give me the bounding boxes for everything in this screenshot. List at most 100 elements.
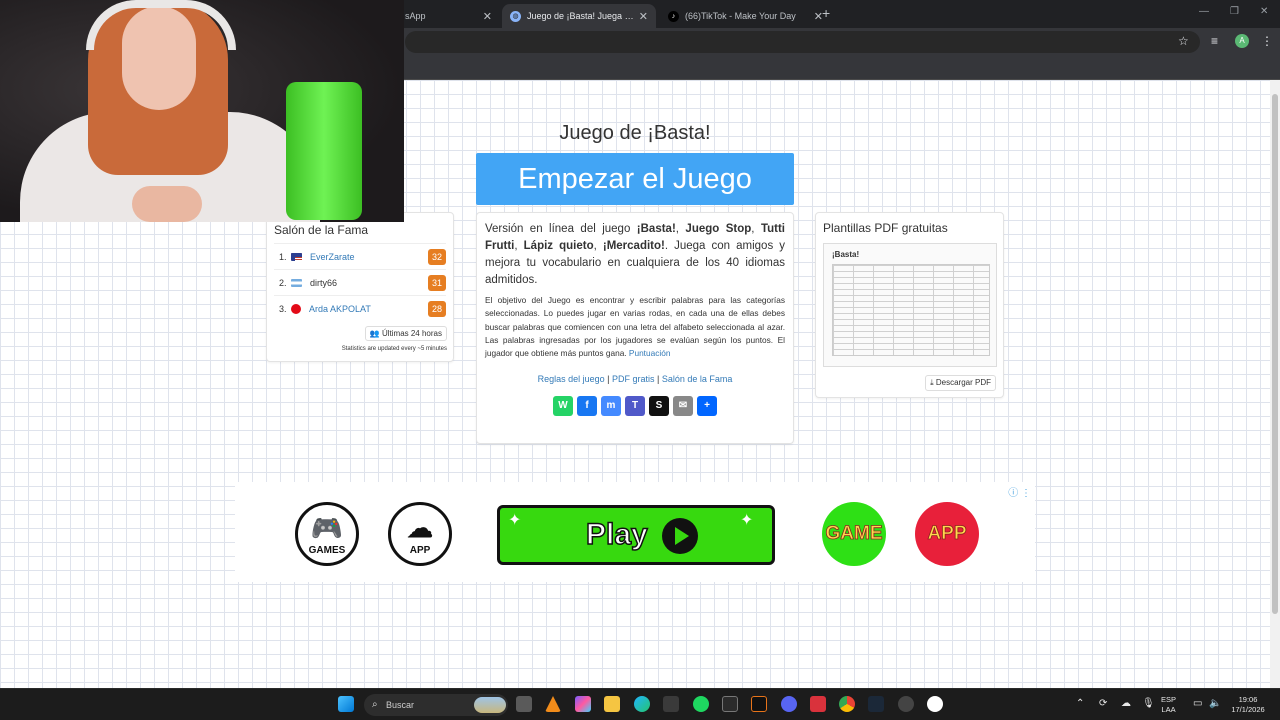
tiktok-icon: ♪ xyxy=(668,10,679,22)
tab-whatsapp[interactable]: sApp ✕ xyxy=(395,4,500,28)
app-icon[interactable] xyxy=(927,696,943,712)
download-pdf-button[interactable]: ⤓ Descargar PDF xyxy=(925,375,996,391)
headphones xyxy=(86,0,236,50)
clock-date: 17/1/2026 xyxy=(1231,705,1265,714)
snapchat-share-icon[interactable]: S xyxy=(649,396,669,417)
tab-title: sApp xyxy=(405,11,426,21)
tr-flag-icon xyxy=(291,303,301,314)
game-description-panel: Versión en línea del juego ¡Basta!, Jueg… xyxy=(476,212,794,444)
new-tab-button[interactable]: + xyxy=(822,5,830,21)
intro-text: Versión en línea del juego ¡Basta!, Jueg… xyxy=(485,223,786,286)
maximize-icon[interactable]: ❐ xyxy=(1230,6,1239,17)
taskbar-search-placeholder: Buscar xyxy=(386,700,415,710)
gamepad-icon: 🎮 xyxy=(310,513,344,543)
tab-title: (66)TikTok - Make Your Day xyxy=(685,11,796,21)
play-icon xyxy=(662,518,698,554)
advertisement[interactable]: ⓘ ⋮ 🎮 GAMES ☁ APP ✦ ✦ Play GAME APP xyxy=(235,482,1035,582)
menu-dots-icon[interactable]: ⋮ xyxy=(1261,34,1273,48)
rank: 2. xyxy=(279,277,287,288)
tab-tiktok[interactable]: ♪ (66)TikTok - Make Your Day ✕ xyxy=(660,4,835,28)
email-share-icon[interactable]: ✉ xyxy=(673,396,693,417)
whatsapp-share-icon[interactable]: W xyxy=(553,396,573,417)
rules-description: El objetivo del Juego es encontrar y esc… xyxy=(485,295,785,359)
hall-of-fame-link[interactable]: Salón de la Fama xyxy=(662,374,733,384)
player-name: dirty66 xyxy=(310,277,338,288)
reading-list-icon[interactable]: ≡ xyxy=(1211,34,1218,48)
clock-time: 19:06 xyxy=(1238,695,1258,704)
ad-app-label: APP xyxy=(409,545,431,556)
player-name-link[interactable]: EverZarate xyxy=(310,252,428,262)
green-tumbler xyxy=(286,82,362,220)
chrome-icon[interactable] xyxy=(839,696,855,712)
app-icon[interactable] xyxy=(722,696,738,712)
tab-title: Juego de ¡Basta! Juega Stop, Tu xyxy=(527,11,639,21)
microphone-icon[interactable]: 🎙 xyxy=(1142,699,1155,709)
messenger-share-icon[interactable]: m xyxy=(601,396,621,417)
player-name-link[interactable]: Arda AKPOLAT xyxy=(309,304,428,314)
pdf-link[interactable]: PDF gratis xyxy=(612,374,655,384)
search-highlight-image xyxy=(474,697,506,713)
clock[interactable]: 19:06 17/1/2026 xyxy=(1226,695,1270,715)
ad-play-label: Play xyxy=(585,517,648,552)
minimize-icon[interactable]: — xyxy=(1199,6,1209,17)
leaderboard-row: 3. Arda AKPOLAT 28 xyxy=(274,295,446,321)
sync-icon[interactable]: ⟳ xyxy=(1099,699,1107,709)
ad-games-button[interactable]: 🎮 GAMES xyxy=(295,502,359,566)
edge-icon[interactable] xyxy=(634,696,650,712)
language-indicator[interactable]: ESP LAA xyxy=(1161,695,1176,715)
hall-of-fame-title: Salón de la Fama xyxy=(274,223,369,237)
close-icon[interactable]: ✕ xyxy=(483,10,492,23)
score-badge: 28 xyxy=(428,300,446,317)
app-icon[interactable] xyxy=(751,696,767,712)
address-bar[interactable] xyxy=(405,31,1200,53)
ad-game-label: GAME xyxy=(825,523,883,545)
taskbar-search[interactable]: ⌕ Buscar xyxy=(364,694,508,716)
ad-play-button[interactable]: ✦ ✦ Play xyxy=(497,505,775,565)
share-plus-icon[interactable]: + xyxy=(697,396,717,417)
rank: 1. xyxy=(279,251,287,262)
store-icon[interactable] xyxy=(663,696,679,712)
ad-app2-label: APP xyxy=(927,523,967,545)
cloud-icon[interactable]: ☁ xyxy=(1121,699,1131,709)
steam-icon[interactable] xyxy=(868,696,884,712)
leaderboard-row: 1. EverZarate 32 xyxy=(274,243,446,269)
chevron-up-icon[interactable]: ⌃ xyxy=(1076,699,1084,709)
period-button[interactable]: 👥 Últimas 24 horas xyxy=(364,326,447,341)
discord-icon[interactable] xyxy=(781,696,797,712)
footer-links: Reglas del juego | PDF gratis | Salón de… xyxy=(537,374,733,385)
period-label: Últimas 24 horas xyxy=(381,329,442,338)
windows-start-icon[interactable] xyxy=(338,696,354,712)
facebook-share-icon[interactable]: f xyxy=(577,396,597,417)
close-icon[interactable]: ✕ xyxy=(639,10,648,23)
scrollbar-thumb[interactable] xyxy=(1272,94,1278,614)
file-explorer-icon[interactable] xyxy=(604,696,620,712)
pdf-thumbnail[interactable]: ¡Basta! xyxy=(823,243,997,367)
sparkle-icon: ✦ xyxy=(740,512,754,529)
bookmark-star-icon[interactable]: ☆ xyxy=(1178,34,1189,48)
teams-share-icon[interactable]: T xyxy=(625,396,645,417)
ad-game-button[interactable]: GAME xyxy=(822,502,886,566)
vlc-icon[interactable] xyxy=(545,696,561,712)
pdf-thumbnail-grid xyxy=(832,264,990,356)
app-icon[interactable] xyxy=(810,696,826,712)
close-window-icon[interactable]: ✕ xyxy=(1260,6,1268,17)
page-scrollbar[interactable] xyxy=(1270,80,1280,688)
tab-basta[interactable]: ◍ Juego de ¡Basta! Juega Stop, Tu ✕ xyxy=(502,4,656,28)
spotify-icon[interactable] xyxy=(693,696,709,712)
score-link[interactable]: Puntuación xyxy=(629,348,671,358)
profile-avatar[interactable]: A xyxy=(1235,34,1249,48)
app-icon[interactable] xyxy=(898,696,914,712)
network-icon[interactable]: ▭ xyxy=(1193,699,1202,709)
ad-info-icon[interactable]: ⓘ ⋮ xyxy=(1008,484,1031,499)
copilot-icon[interactable] xyxy=(575,696,591,712)
ad-app2-button[interactable]: APP xyxy=(915,502,979,566)
volume-icon[interactable]: 🔈 xyxy=(1209,699,1221,709)
download-icon: ⤓ xyxy=(930,378,934,387)
task-view-icon[interactable] xyxy=(516,696,532,712)
rules-link[interactable]: Reglas del juego xyxy=(538,374,605,384)
cloud-download-icon: ☁ xyxy=(407,513,433,543)
ad-games-label: GAMES xyxy=(308,545,346,556)
score-badge: 31 xyxy=(428,274,446,291)
ad-app-button[interactable]: ☁ APP xyxy=(388,502,452,566)
start-game-button[interactable]: Empezar el Juego xyxy=(476,153,794,205)
